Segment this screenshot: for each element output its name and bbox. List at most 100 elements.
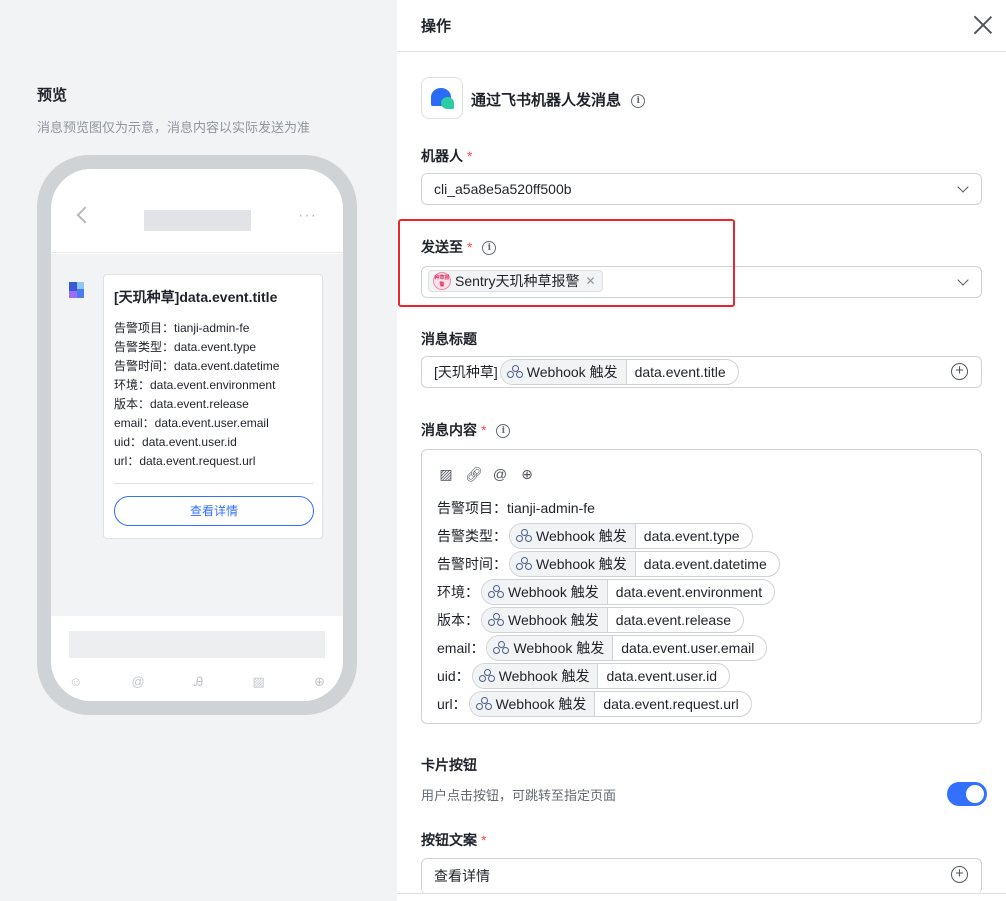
image-icon[interactable]: ▨ xyxy=(438,466,454,482)
webhook-icon xyxy=(506,365,524,379)
robot-value: cli_a5a8e5a520ff500b xyxy=(434,181,572,197)
robot-label-text: 机器人 xyxy=(421,148,463,164)
preview-pane: 预览 消息预览图仅为示意，消息内容以实际发送为准 ··· [天玑种草]data.… xyxy=(0,0,397,901)
variable-source-label: Webhook 触发 xyxy=(508,584,599,600)
variable-source: Webhook 触发 xyxy=(487,636,614,660)
content-line-text: 告警类型： xyxy=(437,528,507,544)
chevron-down-icon xyxy=(957,274,969,286)
card-divider xyxy=(114,483,314,484)
at-icon: @ xyxy=(131,674,145,689)
card-detail-button: 查看详情 xyxy=(114,496,314,526)
variable-path: data.event.user.id xyxy=(606,668,717,684)
highlight-box xyxy=(398,219,735,307)
content-line: email： Webhook 触发 data.event.user.email xyxy=(437,634,780,662)
card-button-toggle[interactable] xyxy=(947,782,987,806)
variable-source: Webhook 触发 xyxy=(472,664,599,688)
variable-source: Webhook 触发 xyxy=(500,360,627,384)
webhook-icon xyxy=(488,585,505,599)
msg-content-label: 消息内容 * i xyxy=(421,420,511,440)
content-line-text: uid： xyxy=(437,668,470,684)
card-title: [天玑种草]data.event.title xyxy=(114,289,278,305)
variable-path: data.event.request.url xyxy=(603,696,739,712)
card-line: 告警时间：data.event.datetime xyxy=(114,359,280,373)
message-input-placeholder xyxy=(69,631,325,658)
variable-source: Webhook 触发 xyxy=(482,580,608,604)
variable-pill[interactable]: Webhook 触发 data.event.type xyxy=(509,523,753,549)
content-line-text: 版本： xyxy=(437,612,479,628)
required-mark: * xyxy=(481,832,487,848)
chat-title-placeholder xyxy=(144,210,251,231)
msg-title-input[interactable]: [天玑种草] Webhook 触发 data.event.title + xyxy=(421,356,982,388)
variable-path: data.event.datetime xyxy=(643,556,767,572)
card-line: 版本：data.event.release xyxy=(114,397,249,411)
webhook-icon xyxy=(516,529,533,543)
add-variable-icon[interactable]: + xyxy=(951,866,968,883)
card-button-hint: 用户点击按钮，可跳转至指定页面 xyxy=(421,788,617,803)
content-line-text: 环境： xyxy=(437,584,479,600)
emoji-icon: ☺ xyxy=(69,674,83,689)
webhook-icon xyxy=(478,669,496,683)
button-text-label: 按钮文案 * xyxy=(421,830,486,850)
action-name-text: 通过飞书机器人发消息 xyxy=(471,92,622,109)
variable-source-label: Webhook 触发 xyxy=(513,640,605,656)
info-icon[interactable]: i xyxy=(496,424,511,439)
card-line: 环境：data.event.environment xyxy=(114,378,276,392)
close-icon[interactable] xyxy=(973,15,993,35)
button-text-label-text: 按钮文案 xyxy=(421,832,477,848)
variable-pill[interactable]: Webhook 触发 data.event.request.url xyxy=(468,691,752,717)
plus-icon[interactable]: ⊕ xyxy=(519,466,535,482)
variable-source-label: Webhook 触发 xyxy=(498,668,590,684)
content-line-text: url： xyxy=(437,696,467,712)
variable-pill[interactable]: Webhook 触发 data.event.user.email xyxy=(486,635,768,661)
phone-screen: ··· [天玑种草]data.event.title 告警项目：tianji-a… xyxy=(51,169,343,701)
msg-content-label-text: 消息内容 xyxy=(421,422,477,438)
msg-content-body: 告警项目：tianji-admin-fe 告警类型： Webhook 触发 dat… xyxy=(437,494,780,718)
msg-title-label: 消息标题 xyxy=(421,331,477,347)
feishu-bot-icon xyxy=(421,77,463,119)
card-line: email：data.event.user.email xyxy=(114,416,269,430)
variable-path: data.event.release xyxy=(615,612,731,628)
msg-title-prefix: [天玑种草] xyxy=(434,364,498,380)
chat-area: [天玑种草]data.event.title 告警项目：tianji-admin… xyxy=(51,254,343,616)
phone-input-area: ☺ @ Ꭿ ▨ ⊕ xyxy=(51,616,343,701)
phone-mockup: ··· [天玑种草]data.event.title 告警项目：tianji-a… xyxy=(37,155,357,715)
button-text-input[interactable]: 查看详情 + xyxy=(421,858,982,894)
variable-pill[interactable]: Webhook 触发 data.event.title xyxy=(499,359,739,385)
card-line: uid：data.event.user.id xyxy=(114,435,237,449)
variable-pill[interactable]: Webhook 触发 data.event.release xyxy=(481,607,744,633)
content-line: uid： Webhook 触发 data.event.user.id xyxy=(437,662,780,690)
webhook-icon xyxy=(475,697,493,711)
robot-label: 机器人 * xyxy=(421,146,472,166)
variable-pill[interactable]: Webhook 触发 data.event.environment xyxy=(481,579,776,605)
variable-pill[interactable]: Webhook 触发 data.event.user.id xyxy=(471,663,730,689)
editor-toolbar: ▨ 🔗︎ @ ⊕ xyxy=(438,466,535,482)
bot-avatar-icon xyxy=(67,280,87,300)
drawer-title: 操作 xyxy=(421,18,452,35)
variable-source: Webhook 触发 xyxy=(510,524,636,548)
action-name: 通过飞书机器人发消息 i xyxy=(471,89,646,110)
variable-source: Webhook 触发 xyxy=(469,692,596,716)
variable-source-label: Webhook 触发 xyxy=(536,528,627,544)
info-icon[interactable]: i xyxy=(631,94,646,109)
phone-nav-bar: ··· xyxy=(51,169,343,253)
card-line: url：data.event.request.url xyxy=(114,454,256,468)
variable-source: Webhook 触发 xyxy=(510,552,636,576)
link-icon[interactable]: 🔗︎ xyxy=(465,466,483,482)
message-card: [天玑种草]data.event.title 告警项目：tianji-admin… xyxy=(103,274,323,539)
robot-select[interactable]: cli_a5a8e5a520ff500b xyxy=(421,173,982,205)
at-icon[interactable]: @ xyxy=(492,466,508,482)
footer-area xyxy=(397,894,1006,901)
button-text-value: 查看详情 xyxy=(434,868,490,884)
webhook-icon xyxy=(516,557,533,571)
variable-path: data.event.environment xyxy=(615,584,763,600)
msg-content-editor[interactable]: ▨ 🔗︎ @ ⊕ 告警项目：tianji-admin-fe 告警类型： Webh… xyxy=(421,449,982,724)
required-mark: * xyxy=(481,422,487,438)
variable-pill[interactable]: Webhook 触发 data.event.datetime xyxy=(509,551,780,577)
add-variable-icon[interactable]: + xyxy=(951,363,968,380)
chevron-down-icon xyxy=(957,181,969,193)
card-line: 告警项目：tianji-admin-fe xyxy=(114,321,250,335)
variable-source-label: Webhook 触发 xyxy=(495,696,587,712)
variable-source-label: Webhook 触发 xyxy=(536,556,627,572)
variable-path: data.event.title xyxy=(634,364,726,380)
font-icon: Ꭿ xyxy=(193,674,204,689)
